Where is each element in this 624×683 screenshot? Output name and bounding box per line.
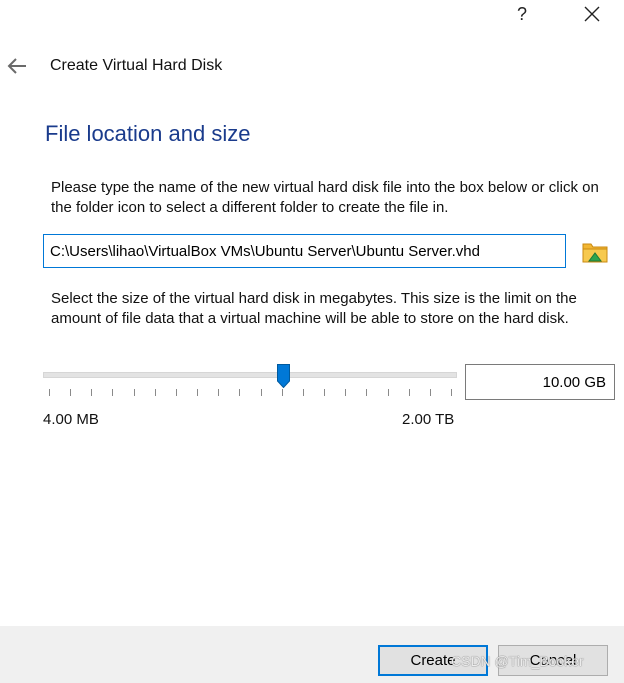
slider-min-label: 4.00 MB [43,411,99,428]
slider-tick [387,389,389,396]
slider-tick [197,389,199,396]
slider-thumb[interactable] [276,364,290,388]
slider-tick [70,389,72,396]
close-button[interactable] [578,2,606,26]
slider-tick [345,389,347,396]
close-icon [584,6,600,22]
cancel-button[interactable]: Cancel [498,645,608,676]
size-slider[interactable] [43,362,457,402]
create-button[interactable]: Create [378,645,488,676]
slider-tick [366,389,368,396]
slider-tick [429,389,431,396]
folder-icon [582,243,608,263]
back-button[interactable] [6,56,28,76]
slider-tick [218,389,220,396]
slider-tick [302,389,304,396]
slider-tick [324,389,326,396]
slider-tick [154,389,156,396]
create-virtual-hard-disk-dialog: ? Create Virtual Hard Disk File location… [0,0,624,683]
help-label: ? [516,3,527,24]
section-title: File location and size [45,121,251,146]
slider-tick [408,389,410,396]
choose-folder-button[interactable] [580,237,610,267]
slider-tick [451,389,452,396]
size-description: Select the size of the virtual hard disk… [51,290,577,327]
slider-tick [49,389,50,396]
help-button[interactable]: ? [508,2,536,26]
slider-tick [281,389,283,396]
location-description: Please type the name of the new virtual … [51,179,599,216]
wizard-title: Create Virtual Hard Disk [50,57,223,74]
file-path-input[interactable] [43,234,566,268]
slider-tick [239,389,241,396]
button-bar: Create Cancel [0,626,624,683]
slider-tick [112,389,114,396]
slider-tick [91,389,93,396]
slider-tick [260,389,262,396]
size-input[interactable] [465,364,615,400]
slider-tick [133,389,135,396]
slider-max-label: 2.00 TB [402,411,455,428]
back-arrow-icon [7,58,26,74]
slider-track [43,372,457,378]
slider-tick [175,389,177,396]
